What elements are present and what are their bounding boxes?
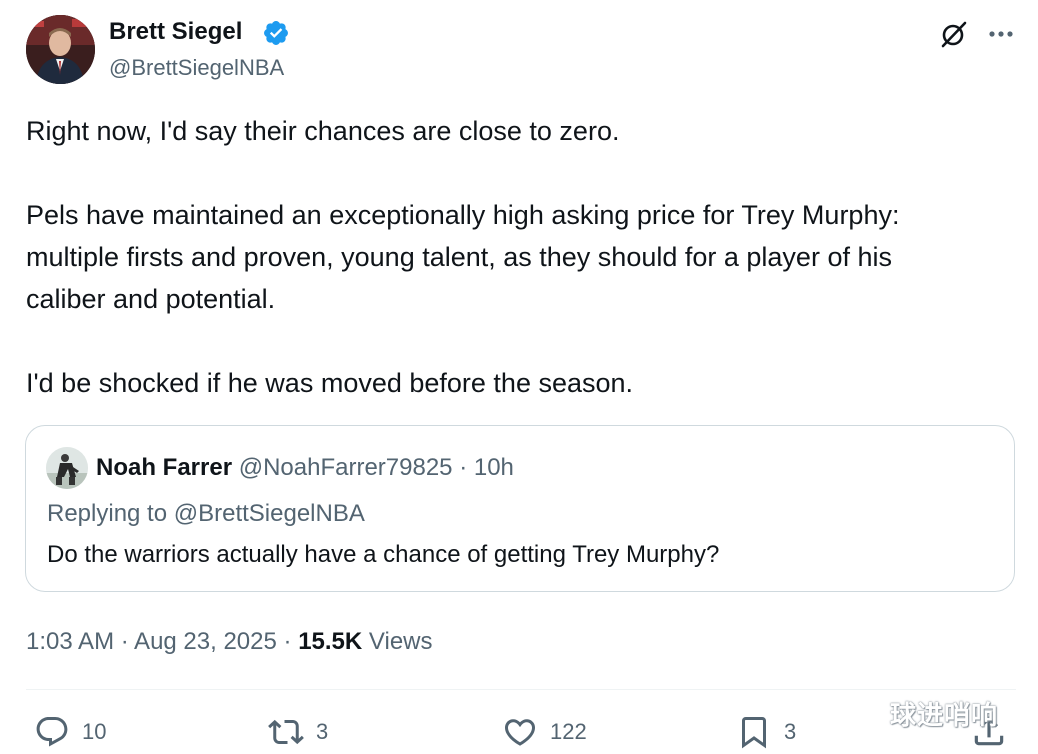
tweet-paragraph: Pels have maintained an exceptionally hi… [26,200,900,230]
tweet-paragraph: multiple firsts and proven, young talent… [26,242,892,272]
quoted-tweet-header: Noah Farrer @NoahFarrer79825 · 10h [96,452,514,484]
quoted-avatar-image [46,447,88,489]
quoted-replying-to: Replying to @BrettSiegelNBA [47,500,365,527]
quoted-tweet-card[interactable]: Noah Farrer @NoahFarrer79825 · 10h Reply… [25,425,1015,592]
repost-count: 3 [316,719,329,744]
tweet-paragraph: caliber and potential. [26,284,276,314]
repost-button[interactable]: 3 [268,710,328,754]
more-icon[interactable] [986,20,1016,48]
bookmark-icon [742,717,766,749]
author-handle[interactable]: @BrettSiegelNBA [109,54,284,82]
bookmark-count: 3 [784,719,797,744]
quoted-author-name[interactable]: Noah Farrer [96,454,232,481]
bookmark-button[interactable]: 3 [736,710,796,754]
timestamp[interactable]: 1:03 AM · Aug 23, 2025 · [26,628,298,655]
repost-icon [268,719,304,745]
views-count: 15.5K [298,628,363,655]
quoted-author-meta: @NoahFarrer79825 · 10h [238,454,514,481]
avatar-image [26,15,95,84]
like-button[interactable]: 122 [502,710,587,754]
heart-icon [504,719,536,746]
quoted-author-avatar[interactable] [46,447,88,489]
grok-icon[interactable] [938,18,970,50]
tweet-paragraph: Right now, I'd say their chances are clo… [26,116,620,146]
reply-count: 10 [82,719,107,744]
reply-button[interactable]: 10 [34,710,106,754]
tweet-text: Right now, I'd say their chances are clo… [26,110,1026,404]
divider [26,689,1016,690]
quoted-tweet-text: Do the warriors actually have a chance o… [47,541,720,568]
timestamp-line: 1:03 AM · Aug 23, 2025 · 15.5K Views [26,626,433,658]
reply-icon [36,717,68,747]
views-label: Views [368,628,433,655]
watermark-text: 球进哨响 [890,701,999,731]
tweet-paragraph: I'd be shocked if he was moved before th… [26,368,634,398]
like-count: 122 [550,719,587,744]
author-name[interactable]: Brett Siegel [109,16,242,48]
author-avatar[interactable] [26,15,95,84]
verified-badge-icon [264,21,288,45]
